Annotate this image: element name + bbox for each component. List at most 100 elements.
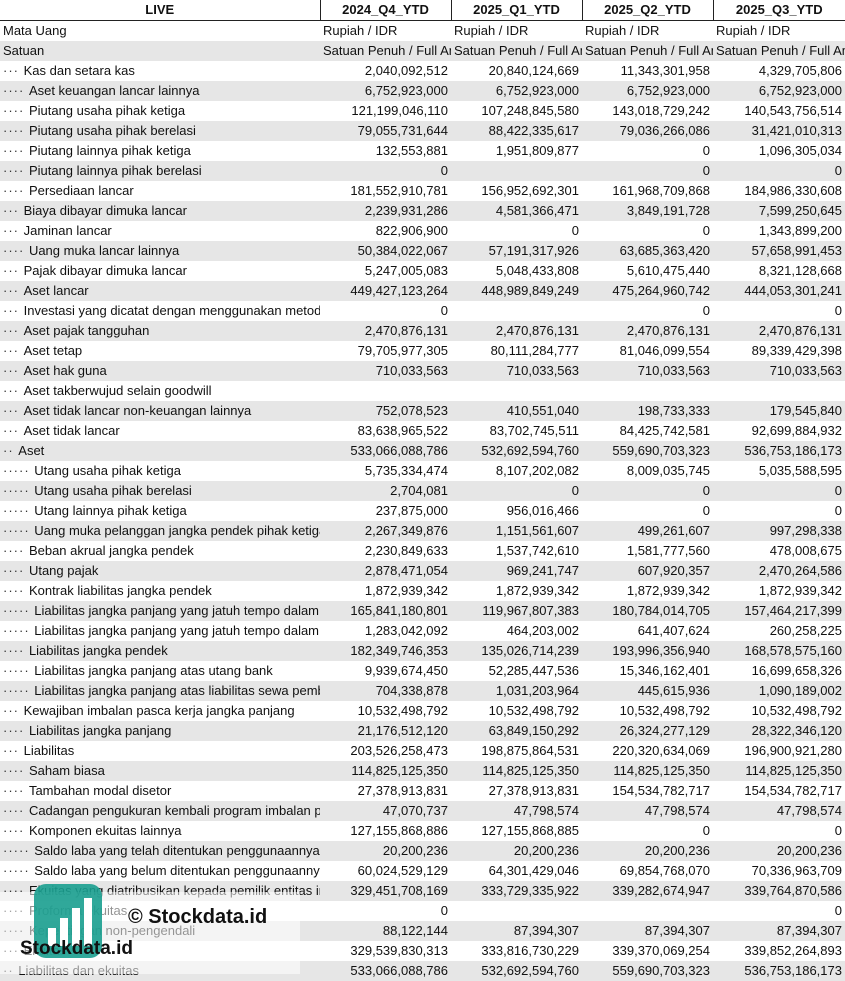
value-cell[interactable]: 7,599,250,645 [713,201,845,221]
row-label-cell[interactable]: ··· Aset lancar [0,281,320,301]
value-cell[interactable]: 50,384,022,067 [320,241,451,261]
value-cell[interactable]: 180,784,014,705 [582,601,713,621]
value-cell[interactable] [582,901,713,921]
header-title[interactable]: LIVE [0,0,321,21]
row-label-cell[interactable]: Mata Uang [0,21,320,42]
value-cell[interactable]: 127,155,868,885 [451,821,582,841]
value-cell[interactable]: 478,008,675 [713,541,845,561]
row-label-cell[interactable]: ···· Liabilitas jangka pendek [0,641,320,661]
row-label-cell[interactable]: ···· Liabilitas jangka panjang [0,721,320,741]
value-cell[interactable]: 121,199,046,110 [320,101,451,121]
row-label-cell[interactable]: ····· Utang usaha pihak ketiga [0,461,320,481]
row-label-cell[interactable]: ····· Liabilitas jangka panjang atas lia… [0,681,320,701]
value-cell[interactable]: 710,033,563 [320,361,451,381]
value-cell[interactable]: 499,261,607 [582,521,713,541]
value-cell[interactable]: 444,053,301,241 [713,281,845,301]
value-cell[interactable] [713,381,845,401]
value-cell[interactable]: 464,203,002 [451,621,582,641]
value-cell[interactable]: 0 [582,221,713,241]
value-cell[interactable]: 448,989,849,249 [451,281,582,301]
value-cell[interactable]: 559,690,703,323 [582,441,713,461]
value-cell[interactable]: 60,024,529,129 [320,861,451,881]
value-cell[interactable]: 64,301,429,046 [451,861,582,881]
unit-cell[interactable]: Satuan Penuh / Full Amount [451,41,582,61]
row-label-cell[interactable]: ····· Liabilitas jangka panjang yang jat… [0,621,320,641]
value-cell[interactable]: 8,107,202,082 [451,461,582,481]
value-cell[interactable]: 969,241,747 [451,561,582,581]
value-cell[interactable]: 1,872,939,342 [713,581,845,601]
unit-cell[interactable]: Rupiah / IDR [320,21,451,42]
value-cell[interactable]: 0 [582,141,713,161]
value-cell[interactable]: 89,339,429,398 [713,341,845,361]
row-label-cell[interactable]: ···· Cadangan pengukuran kembali program… [0,801,320,821]
value-cell[interactable]: 3,849,191,728 [582,201,713,221]
value-cell[interactable]: 607,920,357 [582,561,713,581]
value-cell[interactable]: 536,753,186,173 [713,441,845,461]
value-cell[interactable]: 114,825,125,350 [451,761,582,781]
value-cell[interactable]: 20,200,236 [451,841,582,861]
value-cell[interactable]: 2,230,849,633 [320,541,451,561]
value-cell[interactable]: 333,729,335,922 [451,881,582,901]
row-label-cell[interactable]: ··· Aset hak guna [0,361,320,381]
value-cell[interactable]: 182,349,746,353 [320,641,451,661]
value-cell[interactable]: 27,378,913,831 [320,781,451,801]
value-cell[interactable]: 6,752,923,000 [582,81,713,101]
value-cell[interactable]: 0 [582,501,713,521]
value-cell[interactable]: 132,553,881 [320,141,451,161]
value-cell[interactable]: 5,035,588,595 [713,461,845,481]
row-label-cell[interactable]: ··· Aset tetap [0,341,320,361]
value-cell[interactable]: 88,422,335,617 [451,121,582,141]
row-label-cell[interactable]: ····· Saldo laba yang telah ditentukan p… [0,841,320,861]
value-cell[interactable]: 1,031,203,964 [451,681,582,701]
value-cell[interactable]: 11,343,301,958 [582,61,713,81]
value-cell[interactable]: 21,176,512,120 [320,721,451,741]
row-label-cell[interactable]: ····· Utang usaha pihak berelasi [0,481,320,501]
value-cell[interactable]: 532,692,594,760 [451,441,582,461]
value-cell[interactable]: 956,016,466 [451,501,582,521]
unit-cell[interactable]: Rupiah / IDR [451,21,582,42]
row-label-cell[interactable]: ···· Aset keuangan lancar lainnya [0,81,320,101]
value-cell[interactable]: 87,394,307 [451,921,582,941]
value-cell[interactable]: 2,267,349,876 [320,521,451,541]
value-cell[interactable]: 449,427,123,264 [320,281,451,301]
value-cell[interactable]: 57,191,317,926 [451,241,582,261]
value-cell[interactable]: 10,532,498,792 [713,701,845,721]
value-cell[interactable]: 135,026,714,239 [451,641,582,661]
value-cell[interactable]: 0 [582,821,713,841]
value-cell[interactable]: 27,378,913,831 [451,781,582,801]
row-label-cell[interactable]: ···· Tambahan modal disetor [0,781,320,801]
value-cell[interactable]: 339,764,870,586 [713,881,845,901]
value-cell[interactable]: 79,055,731,644 [320,121,451,141]
value-cell[interactable] [451,161,582,181]
value-cell[interactable]: 161,968,709,868 [582,181,713,201]
value-cell[interactable]: 52,285,447,536 [451,661,582,681]
row-label-cell[interactable]: ··· Kas dan setara kas [0,61,320,81]
value-cell[interactable]: 83,702,745,511 [451,421,582,441]
row-label-cell[interactable]: ···· Saham biasa [0,761,320,781]
unit-cell[interactable]: Satuan Penuh / Full Amount [582,41,713,61]
value-cell[interactable]: 2,470,876,131 [320,321,451,341]
unit-cell[interactable]: Satuan Penuh / Full Amount [320,41,451,61]
row-label-cell[interactable]: ··· Kewajiban imbalan pasca kerja jangka… [0,701,320,721]
row-label-cell[interactable]: ···· Piutang lainnya pihak ketiga [0,141,320,161]
value-cell[interactable]: 710,033,563 [713,361,845,381]
row-label-cell[interactable]: ···· Komponen ekuitas lainnya [0,821,320,841]
value-cell[interactable]: 6,752,923,000 [713,81,845,101]
value-cell[interactable]: 1,951,809,877 [451,141,582,161]
value-cell[interactable]: 333,816,730,229 [451,941,582,961]
value-cell[interactable]: 9,939,674,450 [320,661,451,681]
value-cell[interactable]: 154,534,782,717 [713,781,845,801]
value-cell[interactable]: 20,200,236 [713,841,845,861]
value-cell[interactable]: 193,996,356,940 [582,641,713,661]
value-cell[interactable]: 79,036,266,086 [582,121,713,141]
value-cell[interactable]: 31,421,010,313 [713,121,845,141]
row-label-cell[interactable]: ··· Ekuitas [0,941,320,961]
value-cell[interactable]: 0 [713,161,845,181]
value-cell[interactable]: 156,952,692,301 [451,181,582,201]
value-cell[interactable]: 536,753,186,173 [713,961,845,981]
value-cell[interactable]: 184,986,330,608 [713,181,845,201]
value-cell[interactable]: 0 [320,161,451,181]
value-cell[interactable]: 198,733,333 [582,401,713,421]
value-cell[interactable]: 2,878,471,054 [320,561,451,581]
value-cell[interactable]: 0 [582,301,713,321]
